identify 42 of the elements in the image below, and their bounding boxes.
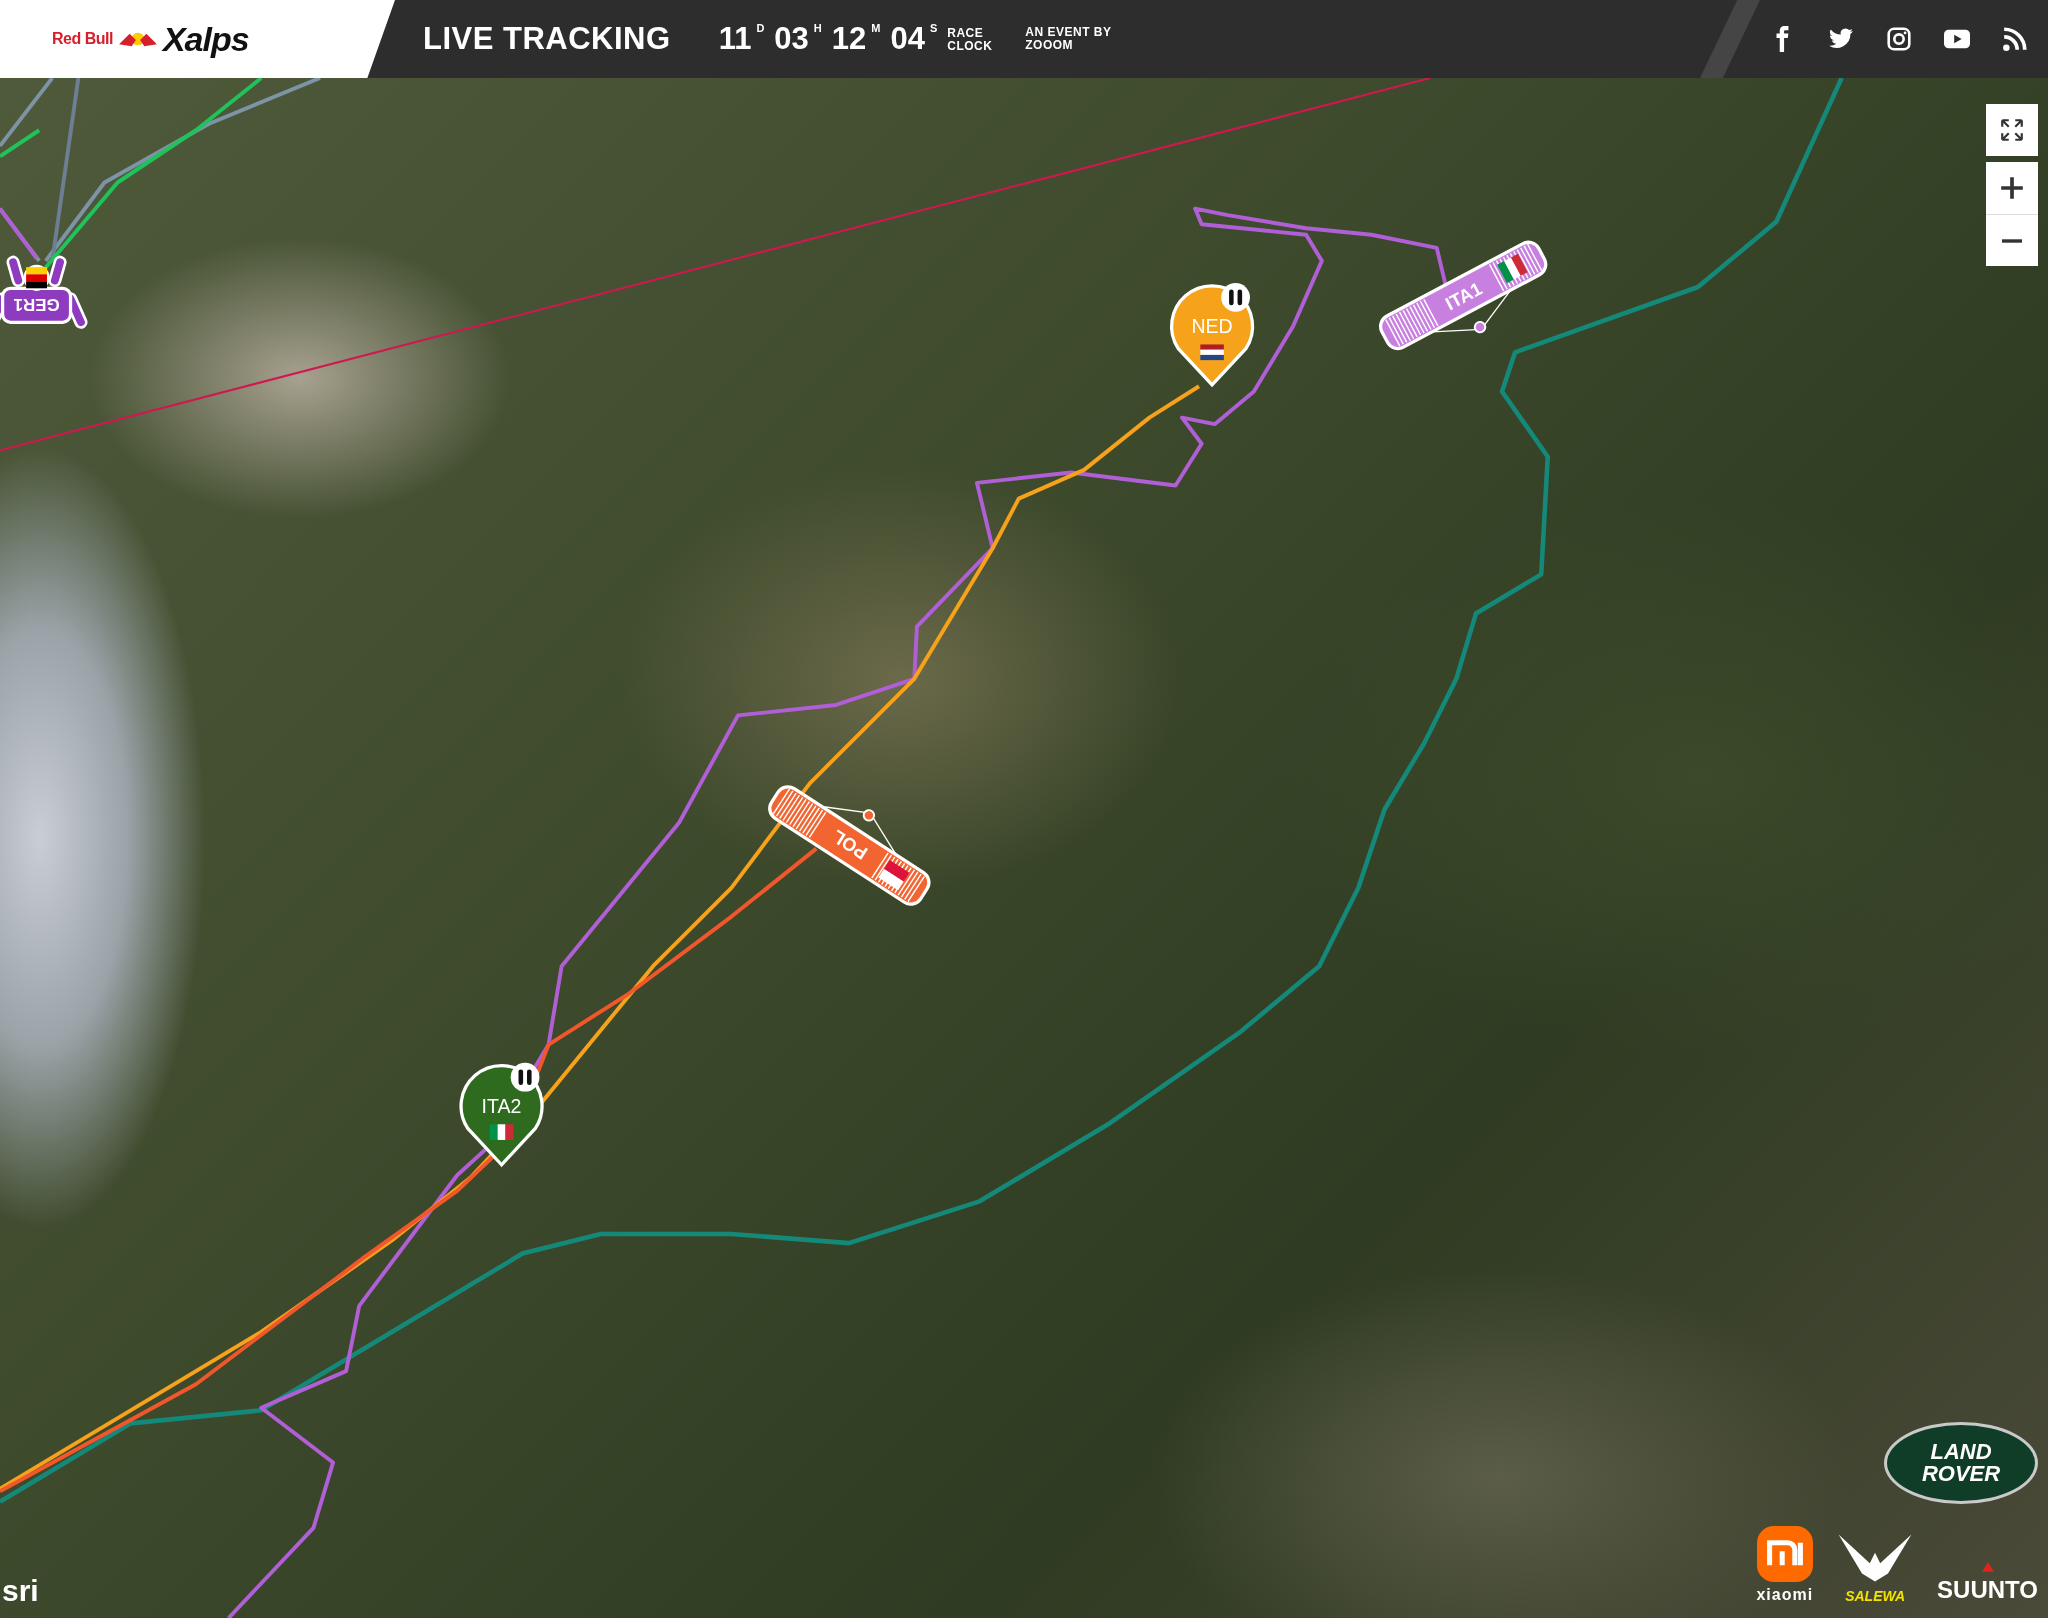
square-logo-icon xyxy=(1756,1526,1813,1582)
flag-icon xyxy=(1200,344,1224,361)
clock-label: RACE CLOCK xyxy=(947,27,994,53)
clock-unit: M xyxy=(871,21,881,35)
pilot-label: ITA2 xyxy=(481,1094,522,1117)
clock-unit: D xyxy=(756,21,765,35)
flag-icon xyxy=(489,1124,514,1140)
clock-value: 03 xyxy=(774,21,809,57)
fullscreen-icon xyxy=(1999,117,2025,143)
sponsor-logo-text: LAND ROVER xyxy=(1920,1441,2002,1485)
clock-unit: H xyxy=(813,21,822,35)
plus-icon xyxy=(1999,175,2025,201)
clock-value: 11 xyxy=(718,21,752,57)
sponsor-logo-text: SUUNTO xyxy=(1937,1576,2038,1604)
map-attribution: sri xyxy=(2,1574,39,1608)
minus-icon xyxy=(1999,238,2025,243)
pilot-label: POL xyxy=(828,825,872,864)
pilot-dot xyxy=(1473,320,1487,334)
sponsor-logo-text: xiaomi xyxy=(1756,1586,1814,1604)
flag-icon xyxy=(1497,253,1528,284)
pilot-label: NED xyxy=(1191,314,1233,337)
event-by-label: AN EVENT BY xyxy=(1025,26,1112,39)
triangle-icon xyxy=(1981,1562,1994,1572)
sponsor-logo-text: Red Bull xyxy=(52,30,113,48)
label-plate[interactable] xyxy=(0,286,73,324)
clock-value: 12 xyxy=(831,21,867,57)
pilot-label: GER1 xyxy=(13,294,60,314)
sponsor-logo-text: SALEWA xyxy=(1845,1588,1906,1604)
walker-body[interactable] xyxy=(0,258,85,327)
organizer-name: ZOOOM xyxy=(1025,39,1075,52)
rss-icon[interactable] xyxy=(2002,26,2028,52)
flag-icon xyxy=(23,264,50,291)
flag-icon xyxy=(878,860,910,891)
satellite-map[interactable]: GER1 NED ITA1 POL ITA2 sri LAND ROVER xiaomi SALEWA SUUNTO xyxy=(0,78,2048,1618)
page-title: LIVE TRACKING xyxy=(423,21,671,57)
fullscreen-button[interactable] xyxy=(1986,104,2038,156)
pilot-label: ITA1 xyxy=(1441,277,1486,315)
pilot-dot xyxy=(862,809,876,822)
clock-value: 04 xyxy=(890,21,925,57)
instagram-icon[interactable] xyxy=(1886,26,1912,52)
brand-logo-text: Xalps xyxy=(162,19,249,59)
clock-unit: S xyxy=(929,21,938,35)
